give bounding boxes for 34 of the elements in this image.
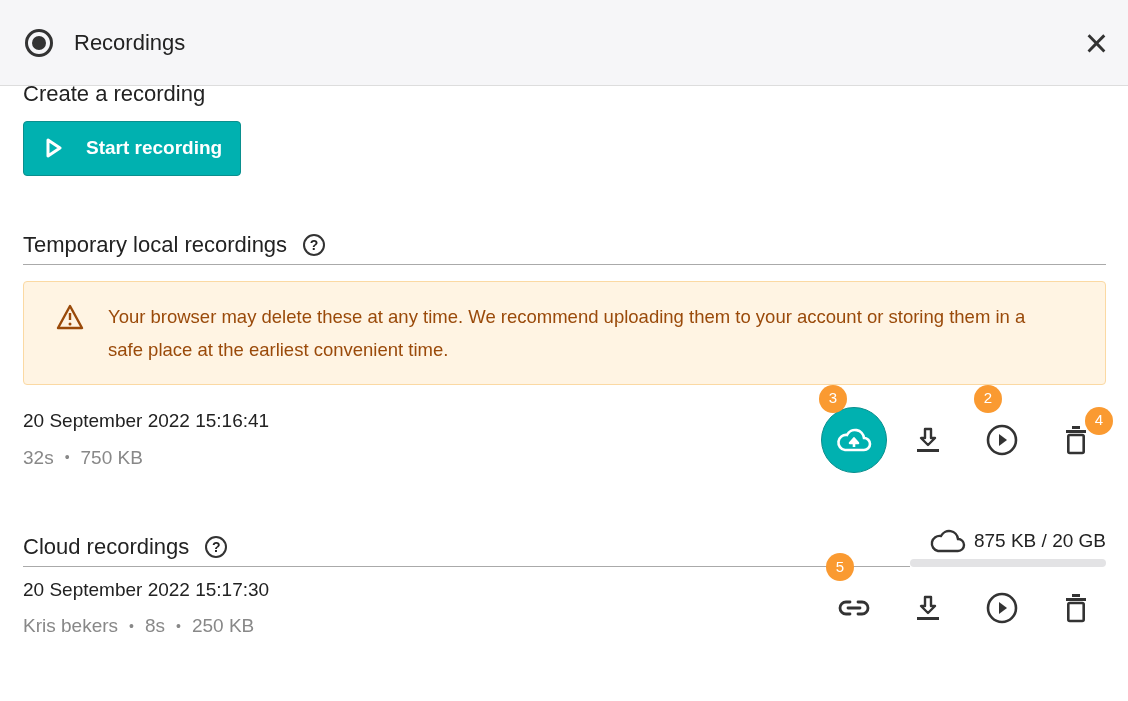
play-circle-icon — [986, 423, 1018, 456]
trash-icon — [1064, 424, 1088, 455]
recording-meta: Kris bekers — [23, 614, 119, 638]
recording-date: 20 September 2022 15:16:41 — [23, 409, 270, 433]
step-badge: 3 — [819, 384, 847, 413]
recording-meta: 750 KB — [80, 445, 143, 470]
play-icon — [46, 138, 62, 159]
separator-dot: • — [129, 616, 134, 636]
section-heading: Temporary local recordings — [23, 233, 288, 256]
recording-meta: 250 KB — [191, 614, 255, 638]
warning-text: Your browser may delete these at any time. We recommend uploading them to your account or storing them in a safe place at the earliest convenient time. — [108, 304, 1027, 362]
download-icon — [914, 425, 942, 454]
storage-usage: 875 KB / 20 GB — [973, 528, 1106, 553]
dialog-title: Recordings — [74, 29, 186, 57]
recording-date: 20 September 2022 15:17:30 — [23, 577, 270, 602]
warning-icon — [56, 303, 84, 330]
close-button[interactable]: × — [1078, 22, 1114, 63]
section-heading: Cloud recordings — [23, 536, 190, 558]
trash-icon — [1064, 593, 1088, 623]
step-badge: 2 — [974, 384, 1002, 413]
help-icon[interactable]: ? — [303, 233, 326, 256]
link-icon — [838, 599, 870, 617]
recording-meta: 32s — [23, 445, 54, 470]
play-circle-icon — [986, 592, 1018, 624]
record-icon — [24, 27, 54, 58]
step-badge: 5 — [826, 553, 854, 581]
step-badge: 4 — [1085, 406, 1113, 435]
cloud-icon — [929, 528, 966, 553]
download-icon — [914, 594, 942, 622]
help-icon[interactable]: ? — [205, 536, 228, 558]
section-heading: Create a recording — [23, 83, 207, 105]
separator-dot: • — [176, 616, 181, 636]
separator-dot: • — [64, 448, 70, 468]
recording-meta: 8s — [144, 614, 165, 638]
